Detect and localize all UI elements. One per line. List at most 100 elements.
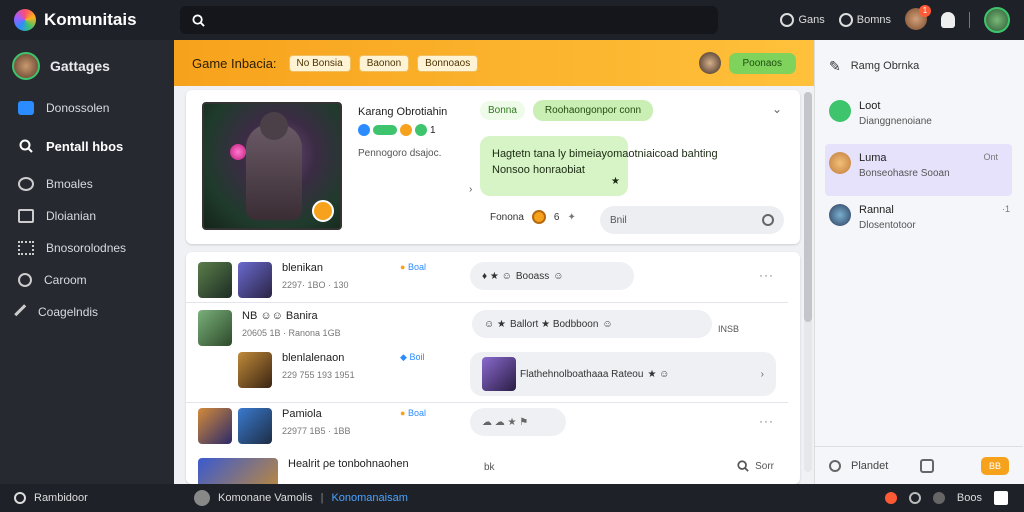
header-action-button[interactable]: Poonaos [728, 52, 796, 74]
sidebar-user-avatar [12, 52, 40, 80]
feed-row[interactable]: blenikan 2297· 1BO · 130 ● Boal ♦ ★ ☺ Bo… [186, 262, 788, 298]
header-avatar[interactable] [698, 52, 721, 74]
sidebar-item-2[interactable]: Bmoales [0, 168, 174, 200]
chevron-right-icon[interactable]: › [761, 369, 764, 380]
sidebar-item-label: Donossolen [46, 101, 110, 115]
post-tag[interactable]: Bonna [480, 101, 525, 120]
image-icon[interactable] [920, 458, 935, 473]
filter-chip-2[interactable]: Bonnoaos [417, 54, 479, 72]
row-text: blenlalenaon 229 755 193 1951 [282, 352, 400, 380]
bottom-mid-label[interactable]: Komonane Vamolis [218, 492, 313, 504]
conversation-avatar [829, 204, 851, 226]
row-thumbnails [186, 262, 272, 298]
chevron-down-icon[interactable]: ⌄ [772, 102, 782, 116]
sidebar-item-4[interactable]: Bnosorolodnes [0, 232, 174, 264]
sidebar-item-0[interactable]: Donossolen [0, 92, 174, 124]
pin-icon[interactable] [829, 459, 841, 472]
sidebar-item-1[interactable]: Pentall hbos [0, 124, 174, 168]
row-text: blenikan 2297· 1BO · 130 [282, 262, 400, 290]
conversation-item[interactable]: Rannal Dlosentotoor ·1 [815, 196, 1024, 248]
search-input[interactable] [180, 6, 718, 34]
notifications-button[interactable]: 1 [905, 4, 931, 33]
comment-icon [18, 177, 34, 191]
user-avatar[interactable] [984, 7, 1010, 33]
conversation-preview: Dlosentotoor [859, 220, 916, 231]
game-artwork[interactable] [202, 102, 342, 230]
feed-row[interactable]: Healrit ρe tonbohnaohen bk Sorr [186, 458, 788, 484]
bottom-link[interactable]: Konomanaisam [331, 492, 407, 504]
sidebar-item-label: Dloianian [46, 209, 97, 223]
conversation-text: Loot Dianggnenoiane [859, 100, 932, 127]
row-reactions[interactable]: ☺ ★ Ballort ★ Bodbboon ☺ [472, 310, 712, 338]
sidebar-item-label: Pentall hbos [46, 138, 124, 154]
feed-row[interactable]: blenlalenaon 229 755 193 1951 ◆ Boil Fla… [186, 352, 788, 396]
sidebar-user[interactable]: Gattages [0, 40, 174, 92]
filter-chip-0[interactable]: No Bonsia [288, 54, 351, 72]
footer-count: 6 [553, 211, 560, 223]
row-thumbnails [186, 352, 272, 388]
emoji-reaction-icon[interactable]: ★ [611, 174, 620, 190]
post-tag-highlight[interactable]: Roohaongonpor conn [532, 100, 654, 121]
feed-row[interactable]: Pamiola 22977 1B5 · 1BB ● Boal ☁ ☁ ★ ⚑ ·… [186, 408, 788, 444]
conversation-avatar [829, 100, 851, 122]
divider [186, 402, 788, 403]
filter-chip-1[interactable]: Baonon [358, 54, 410, 72]
more-options-icon[interactable]: ··· [759, 268, 774, 282]
row-meta: 2297· 1BO · 130 [282, 280, 349, 290]
share-icon[interactable]: ✦ [567, 212, 575, 223]
row-name: blenlalenaon [282, 352, 345, 364]
row-status: ● Boal [400, 408, 470, 418]
pen-icon [14, 304, 30, 320]
feed-row[interactable]: NB ☺☺ Banira 20605 1B · Ranona 1GB ☺ ★ B… [186, 310, 788, 346]
smile-icon: ☺ [553, 270, 564, 282]
player-avatar [198, 262, 232, 298]
sidebar-item-label: Bmoales [46, 177, 93, 191]
right-panel-header: ✎ Ramg Obrnka [815, 40, 1024, 92]
row-reactions[interactable]: ♦ ★ ☺ Booass ☺ [470, 262, 634, 290]
row-meta: 229 755 193 1951 [282, 370, 355, 380]
right-panel: ✎ Ramg Obrnka Loot Dianggnenoiane Luma B… [814, 40, 1024, 484]
game-thumbnail [238, 262, 272, 298]
scrollbar-thumb[interactable] [804, 92, 812, 322]
conversation-name: Rannal [859, 204, 894, 216]
conversation-avatar [829, 152, 851, 174]
post-tags: Bonna Roohaongonpor conn [480, 100, 654, 121]
edit-icon[interactable]: ✎ [829, 58, 841, 75]
conversation-name: Loot [859, 100, 881, 112]
reaction-label: Flathehnolboathaaa Rateou [520, 368, 644, 380]
emoji-icon[interactable] [762, 214, 774, 226]
row-chat-label: bk [484, 462, 495, 473]
games-link[interactable]: Gans [780, 13, 825, 27]
row-reactions[interactable]: Flathehnolboathaaa Rateou ★ ☺ › [470, 352, 776, 396]
bottom-left[interactable]: Rambidoor [0, 492, 178, 504]
badge-count: 1 [430, 124, 436, 136]
conversation-item[interactable]: Loot Dianggnenoiane [815, 92, 1024, 144]
notification-badge: 1 [919, 4, 931, 17]
send-button[interactable]: BB [981, 456, 1009, 475]
green-dot-icon [415, 124, 427, 136]
row-text: NB ☺☺ Banira 20605 1B · Ranona 1GB [242, 310, 400, 338]
profile-menu-icon[interactable] [941, 12, 955, 28]
more-options-icon[interactable]: ··· [759, 414, 774, 428]
brand[interactable]: Komunitais [0, 9, 178, 31]
square-icon[interactable] [994, 491, 1008, 505]
green-badge-icon [373, 125, 397, 135]
header-bar: Game Inbacia: No Bonsia Baonon Bonnoaos … [174, 40, 814, 86]
comment-input[interactable]: Bnil [600, 206, 784, 234]
home-link[interactable]: Bomns [838, 13, 891, 27]
row-reactions[interactable]: ☁ ☁ ★ ⚑ [470, 408, 566, 436]
sidebar: Gattages Donossolen Pentall hbos Bmoales… [0, 40, 174, 484]
scrollbar[interactable] [804, 92, 812, 472]
sidebar-item-3[interactable]: Dloianian [0, 200, 174, 232]
record-icon[interactable] [884, 492, 897, 504]
conversation-text: Rannal Dlosentotoor [859, 204, 916, 231]
row-text: Healrit ρe tonbohnaohen [288, 458, 478, 470]
clock-icon[interactable] [908, 492, 921, 504]
conversation-item-active[interactable]: Luma Bonseohasre Sooan Ont [825, 144, 1012, 196]
game-thumbnail [238, 352, 272, 388]
sidebar-item-5[interactable]: Caroom [0, 264, 174, 296]
sidebar-item-6[interactable]: Coagelndis [0, 296, 174, 328]
play-button[interactable] [312, 200, 334, 222]
caret-icon: › [469, 184, 473, 195]
row-search[interactable]: Sorr [737, 460, 774, 472]
